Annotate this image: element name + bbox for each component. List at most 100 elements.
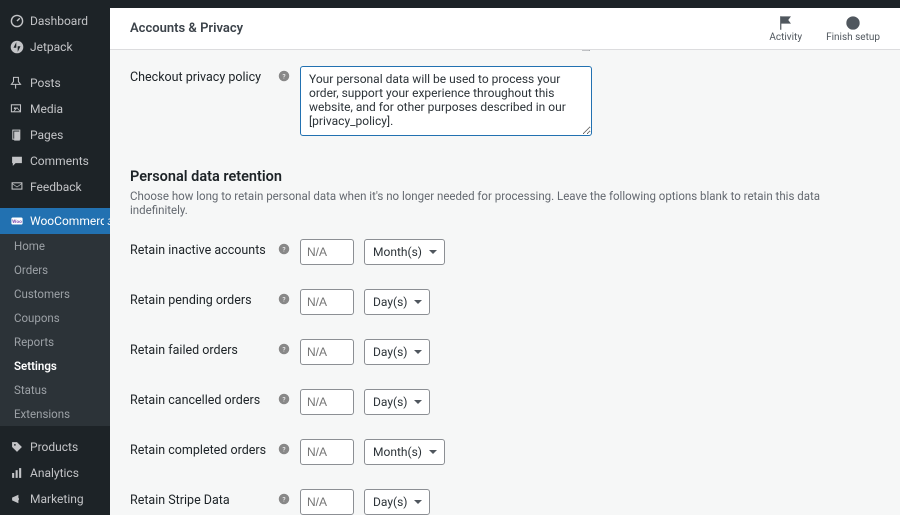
label-stripe-data: Retain Stripe Data bbox=[130, 489, 278, 508]
help-icon[interactable]: ? bbox=[278, 489, 294, 509]
comment-icon bbox=[10, 154, 24, 168]
svg-text:?: ? bbox=[282, 345, 285, 353]
page-header: Accounts & Privacy Activity Finish setup bbox=[110, 8, 900, 50]
sidebar-item-products[interactable]: Products bbox=[0, 434, 110, 460]
completed-orders-unit[interactable]: Month(s) bbox=[364, 439, 445, 465]
failed-orders-value[interactable] bbox=[300, 339, 354, 365]
sidebar-item-label: Jetpack bbox=[30, 40, 73, 54]
sidebar-item-marketing[interactable]: Marketing bbox=[0, 486, 110, 512]
help-icon[interactable]: ? bbox=[278, 439, 294, 459]
label-pending-orders: Retain pending orders bbox=[130, 289, 278, 308]
sidebar-item-pages[interactable]: Pages bbox=[0, 122, 110, 148]
svg-text:?: ? bbox=[282, 395, 285, 403]
action-label: Activity bbox=[769, 32, 802, 43]
submenu-coupons[interactable]: Coupons bbox=[0, 306, 110, 330]
page-icon bbox=[10, 128, 24, 142]
megaphone-icon bbox=[10, 492, 24, 506]
sidebar-item-comments[interactable]: Comments bbox=[0, 148, 110, 174]
cancelled-orders-value[interactable] bbox=[300, 389, 354, 415]
pending-orders-unit[interactable]: Day(s) bbox=[364, 289, 430, 315]
help-icon[interactable]: ? bbox=[278, 289, 294, 309]
submenu-reports[interactable]: Reports bbox=[0, 330, 110, 354]
label-checkout-privacy: Checkout privacy policy bbox=[130, 66, 278, 85]
dashboard-icon bbox=[10, 14, 24, 28]
submenu-settings[interactable]: Settings bbox=[0, 354, 110, 378]
help-icon[interactable]: ? bbox=[278, 389, 294, 409]
sidebar-item-label: Comments bbox=[30, 154, 89, 168]
svg-text:?: ? bbox=[282, 245, 285, 253]
stripe-data-unit[interactable]: Day(s) bbox=[364, 489, 430, 515]
sidebar-item-label: Feedback bbox=[30, 180, 82, 194]
svg-text:?: ? bbox=[282, 295, 285, 303]
cancelled-orders-unit[interactable]: Day(s) bbox=[364, 389, 430, 415]
row-completed-orders: Retain completed orders ? Month(s) bbox=[130, 427, 880, 477]
svg-text:?: ? bbox=[282, 72, 285, 80]
submenu-customers[interactable]: Customers bbox=[0, 282, 110, 306]
sidebar-item-label: Media bbox=[30, 102, 63, 116]
sidebar-item-media[interactable]: Media bbox=[0, 96, 110, 122]
products-icon bbox=[10, 440, 24, 454]
sidebar-item-posts[interactable]: Posts bbox=[0, 70, 110, 96]
label-inactive-accounts: Retain inactive accounts bbox=[130, 239, 278, 258]
pin-icon bbox=[10, 76, 24, 90]
submenu-home[interactable]: Home bbox=[0, 234, 110, 258]
sidebar-item-dashboard[interactable]: Dashboard bbox=[0, 8, 110, 34]
sidebar-item-label: Marketing bbox=[30, 492, 84, 506]
help-placeholder bbox=[278, 50, 294, 54]
help-icon[interactable]: ? bbox=[278, 239, 294, 259]
sidebar-item-woocommerce[interactable]: Woo WooCommerce bbox=[0, 208, 110, 234]
inactive-accounts-unit[interactable]: Month(s) bbox=[364, 239, 445, 265]
label-failed-orders: Retain failed orders bbox=[130, 339, 278, 358]
analytics-icon bbox=[10, 466, 24, 480]
content-scroll[interactable]: Checkout privacy policy ? Personal data … bbox=[110, 50, 900, 515]
sidebar-item-label: Pages bbox=[30, 128, 63, 142]
sidebar-item-analytics[interactable]: Analytics bbox=[0, 460, 110, 486]
section-desc-retention: Choose how long to retain personal data … bbox=[130, 189, 880, 217]
row-cancelled-orders: Retain cancelled orders ? Day(s) bbox=[130, 377, 880, 427]
header-action-finish-setup[interactable]: Finish setup bbox=[826, 14, 880, 43]
circle-icon bbox=[844, 14, 862, 32]
sidebar-item-label: Dashboard bbox=[30, 14, 88, 28]
woocommerce-submenu: Home Orders Customers Coupons Reports Se… bbox=[0, 234, 110, 426]
label-cancelled-orders: Retain cancelled orders bbox=[130, 389, 278, 408]
row-inactive-accounts: Retain inactive accounts ? Month(s) bbox=[130, 227, 880, 277]
completed-orders-value[interactable] bbox=[300, 439, 354, 465]
row-pending-orders: Retain pending orders ? Day(s) bbox=[130, 277, 880, 327]
admin-sidebar: Dashboard Jetpack Posts Media Pages Comm… bbox=[0, 8, 110, 515]
label-completed-orders: Retain completed orders bbox=[130, 439, 278, 458]
header-action-activity[interactable]: Activity bbox=[769, 14, 802, 43]
checkout-privacy-textarea[interactable] bbox=[300, 66, 592, 136]
stripe-data-value[interactable] bbox=[300, 489, 354, 515]
sidebar-item-label: Products bbox=[30, 440, 78, 454]
submenu-extensions[interactable]: Extensions bbox=[0, 402, 110, 426]
flag-icon bbox=[777, 14, 795, 32]
label-placeholder bbox=[130, 50, 278, 54]
woocommerce-icon: Woo bbox=[10, 214, 24, 228]
submenu-status[interactable]: Status bbox=[0, 378, 110, 402]
svg-text:?: ? bbox=[282, 445, 285, 453]
sidebar-item-label: Analytics bbox=[30, 466, 79, 480]
sidebar-item-label: Posts bbox=[30, 76, 61, 90]
sidebar-item-jetpack[interactable]: Jetpack bbox=[0, 34, 110, 60]
failed-orders-unit[interactable]: Day(s) bbox=[364, 339, 430, 365]
sidebar-item-feedback[interactable]: Feedback bbox=[0, 174, 110, 200]
pending-orders-value[interactable] bbox=[300, 289, 354, 315]
row-failed-orders: Retain failed orders ? Day(s) bbox=[130, 327, 880, 377]
svg-text:?: ? bbox=[282, 495, 285, 503]
wp-admin-bar bbox=[0, 0, 900, 8]
main-pane: Accounts & Privacy Activity Finish setup bbox=[110, 8, 900, 515]
help-icon[interactable]: ? bbox=[278, 66, 294, 86]
svg-text:Woo: Woo bbox=[12, 219, 22, 225]
sidebar-item-label: WooCommerce bbox=[30, 214, 110, 228]
inactive-accounts-value[interactable] bbox=[300, 239, 354, 265]
row-checkout-privacy: Checkout privacy policy ? bbox=[130, 54, 880, 152]
help-icon[interactable]: ? bbox=[278, 339, 294, 359]
submenu-orders[interactable]: Orders bbox=[0, 258, 110, 282]
row-stripe-data: Retain Stripe Data ? Day(s) bbox=[130, 477, 880, 515]
action-label: Finish setup bbox=[826, 32, 880, 43]
feedback-icon bbox=[10, 180, 24, 194]
page-title: Accounts & Privacy bbox=[130, 21, 243, 36]
section-title-retention: Personal data retention bbox=[130, 168, 880, 185]
jetpack-icon bbox=[10, 40, 24, 54]
media-icon bbox=[10, 102, 24, 116]
